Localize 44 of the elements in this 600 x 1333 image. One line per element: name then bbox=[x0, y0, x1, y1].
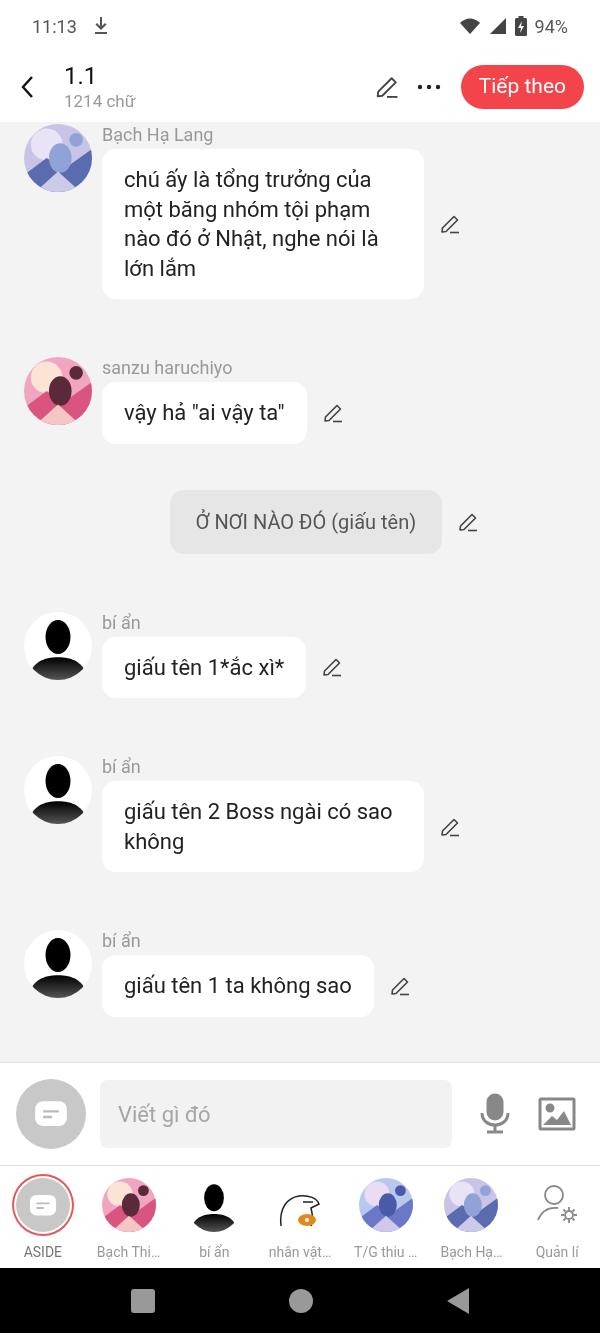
sender-name: bí ẩn bbox=[102, 756, 142, 778]
character-tab[interactable]: Bạch Hạ… bbox=[428, 1176, 515, 1263]
image-icon[interactable] bbox=[538, 1097, 576, 1131]
message-bubble: giấu tên 1 ta không sao bbox=[102, 955, 374, 1017]
character-label: nhân vật… bbox=[268, 1243, 332, 1262]
sender-name: bí ẩn bbox=[102, 930, 142, 952]
character-label: Quản lí bbox=[535, 1243, 579, 1262]
character-tab[interactable]: ASIDE bbox=[0, 1176, 86, 1263]
wifi-icon bbox=[458, 17, 481, 35]
character-tab[interactable]: T/G thiu … bbox=[342, 1176, 429, 1263]
battery-icon bbox=[514, 16, 527, 36]
chapter-title: 1.1 bbox=[64, 62, 99, 90]
message-bubble: chú ấy là tổng trưởng của một băng nhóm tội phạm nào đó ở Nhật, nghe nói là lớn lắm bbox=[102, 149, 424, 299]
character-tab[interactable]: Quản lí bbox=[514, 1176, 600, 1263]
chat-bubble-icon bbox=[28, 1193, 57, 1217]
status-time: 11:13 bbox=[32, 14, 77, 39]
chat-bubble-icon bbox=[34, 1100, 68, 1128]
more-icon[interactable] bbox=[416, 83, 441, 91]
back-nav-icon[interactable] bbox=[447, 1287, 469, 1314]
word-count: 1214 chữ bbox=[64, 90, 136, 112]
message-bubble: giấu tên 1*ắc xì* bbox=[102, 636, 307, 698]
character-tab[interactable]: nhân vật… bbox=[257, 1176, 343, 1263]
home-button[interactable] bbox=[289, 1288, 313, 1313]
character-label: Bạch Thi… bbox=[96, 1243, 161, 1262]
message-bubble: vậy hả "ai vậy ta" bbox=[102, 382, 307, 444]
next-button[interactable]: Tiếp theo bbox=[460, 65, 584, 109]
character-label: bí ẩn bbox=[199, 1243, 230, 1262]
character-label: ASIDE bbox=[23, 1243, 63, 1262]
message-bubble: giấu tên 2 Boss ngài có sao không bbox=[102, 781, 424, 872]
download-icon bbox=[92, 16, 109, 36]
microphone-icon[interactable] bbox=[478, 1093, 512, 1135]
character-tab[interactable]: bí ẩn bbox=[171, 1176, 258, 1263]
signal-icon bbox=[488, 17, 507, 35]
character-label: T/G thiu … bbox=[354, 1243, 418, 1262]
narration-bubble: Ở NƠI NÀO ĐÓ (giấu tên) bbox=[169, 489, 443, 554]
message-input[interactable]: Viết gì đó bbox=[100, 1080, 452, 1148]
sender-name: bí ẩn bbox=[102, 611, 142, 634]
sender-name: Bạch Hạ Lang bbox=[102, 124, 215, 146]
character-tab[interactable]: Bạch Thi… bbox=[85, 1176, 172, 1263]
sender-name: sanzu haruchiyo bbox=[102, 357, 234, 379]
character-label: Bạch Hạ… bbox=[440, 1243, 503, 1262]
battery-level: 94% bbox=[534, 14, 568, 39]
back-icon[interactable] bbox=[20, 75, 36, 99]
recents-button[interactable] bbox=[131, 1288, 155, 1313]
